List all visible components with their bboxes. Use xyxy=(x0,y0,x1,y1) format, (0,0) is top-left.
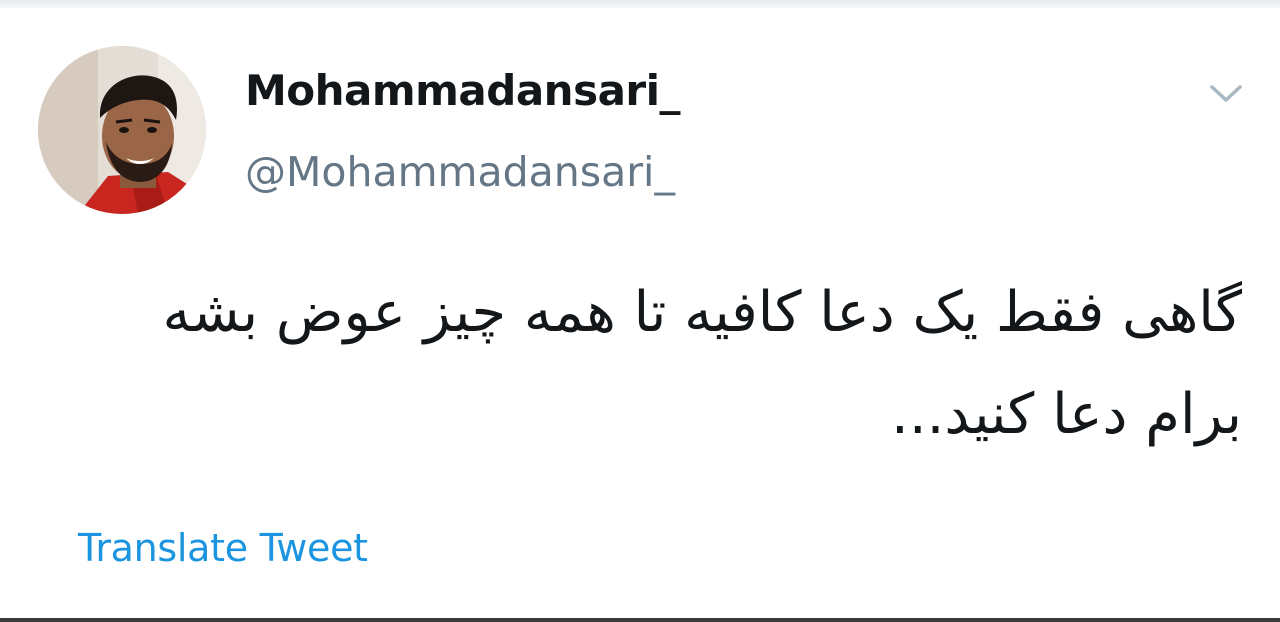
tweet-menu-button[interactable] xyxy=(1206,78,1246,110)
tweet-text-line-2: برام دعا کنید... xyxy=(891,382,1242,447)
tweet-text: گاهی فقط یک دعا کافیه تا همه چیز عوض بشه… xyxy=(42,262,1242,466)
top-divider xyxy=(0,0,1280,8)
tweet-text-line-1: گاهی فقط یک دعا کافیه تا همه چیز عوض بشه xyxy=(162,280,1242,345)
display-name[interactable]: Mohammadansari_ xyxy=(245,66,681,115)
translate-tweet-link[interactable]: Translate Tweet xyxy=(78,526,368,570)
chevron-down-icon xyxy=(1210,85,1242,102)
avatar-photo xyxy=(38,46,206,214)
avatar[interactable] xyxy=(38,46,206,214)
tweet-card: Mohammadansari_ @Mohammadansari_ گاهی فق… xyxy=(0,0,1280,622)
bottom-divider xyxy=(0,618,1280,622)
user-handle[interactable]: @Mohammadansari_ xyxy=(245,148,675,196)
